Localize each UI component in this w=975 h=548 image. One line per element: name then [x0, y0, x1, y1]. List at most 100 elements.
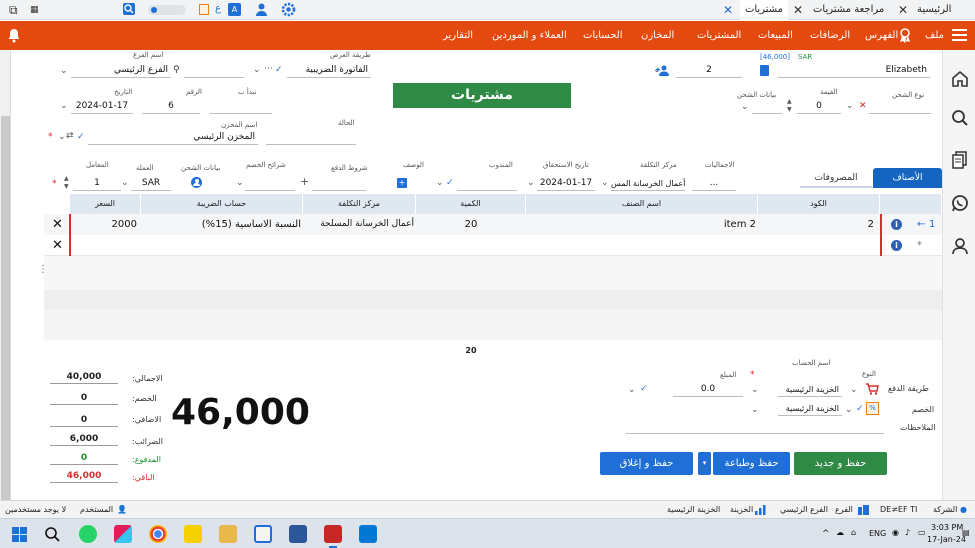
tab-purchase-review[interactable]: مراجعة مشتريات: [813, 0, 884, 20]
cart-icon[interactable]: [865, 383, 879, 395]
bell-icon[interactable]: [7, 28, 21, 46]
close-icon[interactable]: ✕: [793, 0, 803, 20]
info-icon[interactable]: i: [891, 240, 902, 251]
nav-additions[interactable]: الرضافات: [810, 21, 850, 50]
nav-file[interactable]: ملف: [925, 21, 944, 50]
battery-icon[interactable]: ▭: [918, 528, 926, 537]
volume-icon[interactable]: ♪: [905, 528, 910, 537]
menu-icon[interactable]: [952, 29, 967, 41]
tab-home[interactable]: الرئيسية: [917, 0, 951, 20]
chevron-down-icon[interactable]: ⌄: [845, 404, 853, 416]
stepper-icon[interactable]: ▲ ▼: [64, 175, 69, 191]
col-cost-center[interactable]: مركز التكلفة: [303, 194, 416, 214]
drag-handle-icon[interactable]: ⋮: [38, 264, 48, 275]
tab-expenses[interactable]: المصروفات: [800, 168, 872, 188]
chevron-down-icon[interactable]: ⌄: [60, 65, 68, 77]
delete-row-icon[interactable]: ✕: [52, 235, 63, 256]
discount-calc-icon[interactable]: %: [866, 402, 879, 415]
close-icon[interactable]: ✕: [898, 0, 908, 20]
more-icon[interactable]: ⋯: [264, 63, 273, 75]
save-new-button[interactable]: حفظ و جديد: [794, 452, 887, 475]
search-icon[interactable]: [123, 3, 135, 15]
col-price[interactable]: السعر: [70, 194, 141, 214]
status-field[interactable]: [266, 131, 356, 145]
shipping-type-field[interactable]: [869, 100, 931, 114]
number-field[interactable]: 6: [142, 100, 200, 114]
chevron-down-icon[interactable]: ⌄: [850, 384, 858, 396]
store-field[interactable]: المخزن الرئيسي: [88, 131, 258, 145]
col-item-name[interactable]: اسم الصنف: [526, 194, 758, 214]
word-app-icon[interactable]: [289, 525, 307, 543]
file-explorer-app-icon[interactable]: [219, 525, 237, 543]
chevron-down-icon[interactable]: ⌄: [846, 100, 854, 112]
search-icon[interactable]: ⚲: [173, 64, 180, 76]
currency-field[interactable]: SAR: [131, 177, 171, 191]
swap-icon[interactable]: ⇄: [66, 130, 74, 142]
clock-time[interactable]: 3:03 PM: [931, 523, 963, 532]
cell-tax-account[interactable]: النسبة الاساسية (15%): [143, 214, 301, 235]
search-icon[interactable]: [950, 108, 970, 128]
payment-amount-field[interactable]: 0.0: [673, 383, 743, 397]
shipping-person-icon[interactable]: [191, 177, 202, 188]
chevron-down-icon[interactable]: ⌄: [751, 384, 759, 396]
scrollbar-thumb[interactable]: [1, 116, 10, 500]
customer-name-field[interactable]: Elizabeth: [778, 64, 930, 78]
clock-date[interactable]: 17-Jan-24: [927, 535, 966, 544]
col-quantity[interactable]: الكمية: [416, 194, 526, 214]
info-icon[interactable]: i: [891, 219, 902, 230]
wifi-icon[interactable]: ◉: [892, 528, 899, 537]
sticky-notes-app-icon[interactable]: [184, 525, 202, 543]
chevron-down-icon[interactable]: ⌄: [751, 404, 759, 416]
branch-field[interactable]: الفرع الرئيسي: [71, 64, 171, 78]
media-app-icon[interactable]: [359, 525, 377, 543]
stepper-icon[interactable]: ▲ ▼: [787, 98, 792, 114]
chrome-app-icon[interactable]: [149, 525, 167, 543]
discount-account-field[interactable]: الخزينة الرئيسية: [778, 402, 842, 416]
due-date-field[interactable]: 2024-01-17: [537, 177, 595, 191]
shipping-data-field[interactable]: [752, 100, 782, 114]
chevron-down-icon[interactable]: ⌄: [601, 177, 609, 189]
discount-tiers-field[interactable]: [245, 177, 295, 191]
add-description-icon[interactable]: +: [397, 178, 407, 188]
chevron-down-icon[interactable]: ⌄: [628, 384, 636, 396]
payment-account-field[interactable]: الخزينة الرئيسية: [778, 383, 842, 397]
grid-icon[interactable]: ▦: [30, 0, 39, 20]
cell-quantity[interactable]: 20: [418, 214, 524, 235]
add-icon[interactable]: +: [300, 176, 309, 188]
branch-number-field[interactable]: [184, 64, 244, 78]
whatsapp-app-icon[interactable]: [79, 525, 97, 543]
tray-network-icon[interactable]: ⌂: [851, 528, 856, 537]
erp-app-icon[interactable]: [324, 525, 342, 543]
col-code[interactable]: الكود: [758, 194, 880, 214]
rate-field[interactable]: 1: [73, 177, 121, 191]
lang-icon[interactable]: ع: [215, 3, 221, 14]
cell-cost-center[interactable]: أعمال الخرسانة المسلحة: [305, 214, 414, 235]
delegate-field[interactable]: [457, 177, 517, 191]
chevron-down-icon[interactable]: ⌄: [58, 131, 66, 143]
nav-reports[interactable]: التقارير: [443, 21, 473, 50]
chevron-down-icon[interactable]: ⌄: [236, 177, 244, 189]
chevron-down-icon[interactable]: ⌄: [527, 177, 535, 189]
cell-code[interactable]: 2: [760, 214, 874, 235]
windows-start-icon[interactable]: [12, 527, 27, 545]
page-scrollbar[interactable]: [0, 50, 11, 500]
close-icon[interactable]: ✕: [723, 0, 733, 20]
payment-terms-field[interactable]: [312, 177, 366, 191]
chevron-down-icon[interactable]: ⌄: [60, 100, 68, 112]
profile-icon[interactable]: [950, 236, 970, 256]
tray-cloud-icon[interactable]: ☁: [836, 528, 844, 537]
window-icon[interactable]: ⧉: [9, 0, 18, 20]
tray-chevron-icon[interactable]: ^: [822, 529, 830, 539]
add-user-icon[interactable]: [656, 65, 670, 79]
chevron-down-icon[interactable]: ⌄: [436, 177, 444, 189]
nav-purchases[interactable]: المشتريات: [697, 21, 741, 50]
user-icon[interactable]: [254, 2, 269, 20]
tab-items[interactable]: الأصناف: [873, 168, 942, 188]
clear-icon[interactable]: ✕: [859, 100, 867, 112]
notifications-icon[interactable]: ▤: [962, 528, 970, 537]
date-field[interactable]: 2024-01-17: [71, 100, 133, 114]
tab-purchases[interactable]: مشتريات: [740, 0, 788, 20]
home-icon[interactable]: [950, 68, 970, 88]
gear-icon[interactable]: [280, 1, 297, 21]
slack-app-icon[interactable]: [114, 525, 132, 543]
